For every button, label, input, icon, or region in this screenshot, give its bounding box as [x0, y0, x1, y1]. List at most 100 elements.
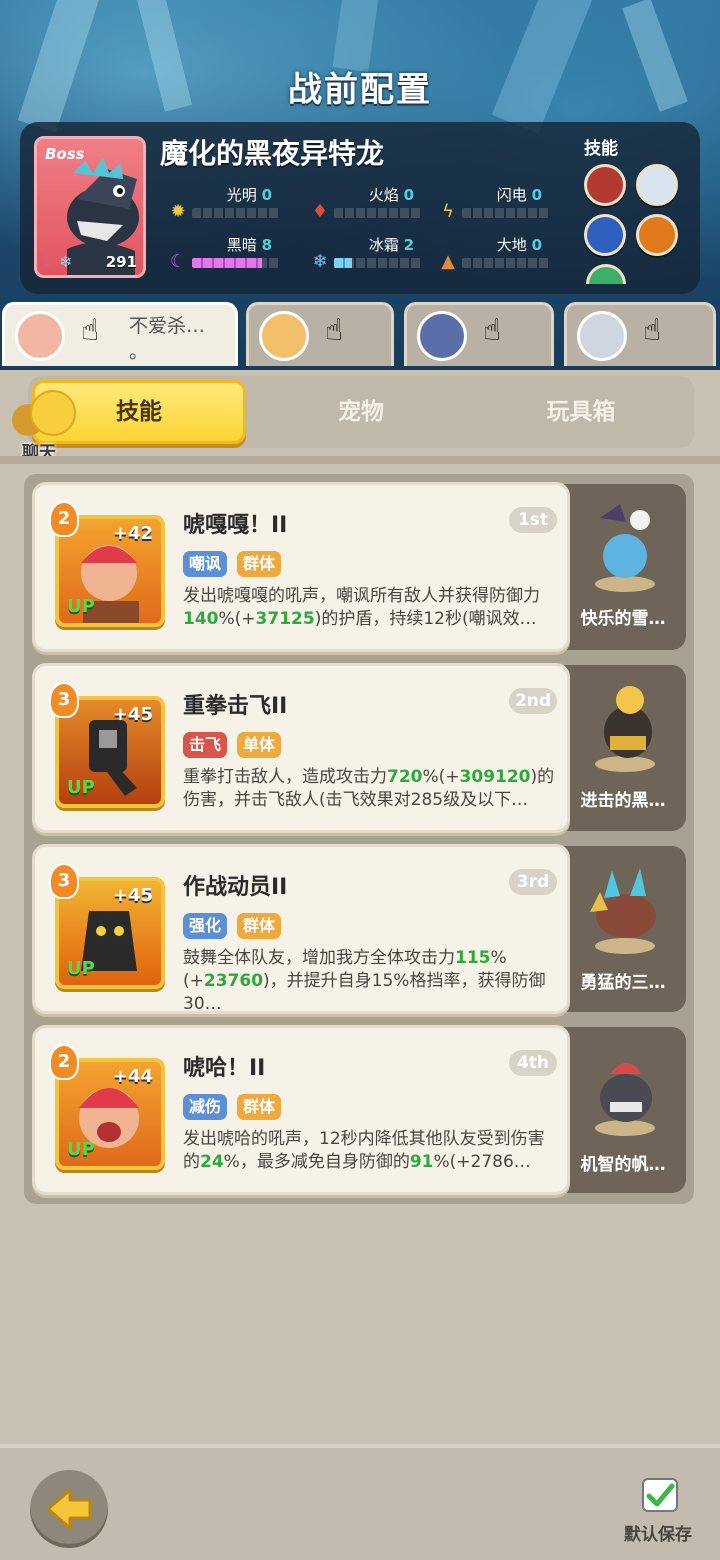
avatar	[417, 311, 467, 361]
boss-panel: Boss ☾ ❄ 291 魔化的黑夜异特龙 光明 0 ✹ 火焰 0 ♦ 闪电 0…	[20, 122, 700, 294]
skill-card-3[interactable]: +45 UP 3 作战动员II 3rd 强化 群体 鼓舞全体队友，增加我方全体攻…	[32, 844, 570, 1014]
skill-description: 发出唬嘎嘎的吼声，嘲讽所有敌人并获得防御力140%(+37125)的护盾，持续1…	[183, 586, 540, 629]
skill-level-badge: 2	[49, 1044, 79, 1080]
chat-icon	[30, 390, 76, 436]
tap-hand-icon: ☝	[81, 313, 100, 348]
skill-tag: 单体	[237, 732, 282, 758]
team-slot-4[interactable]: ☝	[564, 302, 716, 366]
element-dark-value: 8	[261, 236, 272, 254]
boss-name: 魔化的黑夜异特龙	[160, 137, 385, 170]
element-light-label: 光明	[226, 186, 257, 204]
tab-bar: 技能 宠物 玩具箱	[28, 376, 694, 448]
skill-level-badge: 2	[49, 501, 79, 537]
element-fire-value: 0	[403, 186, 414, 204]
element-earth: 大地 0 ▲	[438, 234, 568, 274]
skill-tag: 强化	[183, 913, 228, 939]
element-lightning-label: 闪电	[496, 186, 527, 204]
element-fire-label: 火焰	[368, 186, 399, 204]
skill-level-badge: 3	[49, 682, 79, 718]
skill-rank: 3rd	[509, 869, 557, 895]
skill-tag: 击飞	[183, 732, 228, 758]
element-frost-bar	[334, 258, 422, 268]
default-save-toggle[interactable]: 默认保存	[620, 1474, 700, 1545]
boss-skill-lightning-icon[interactable]	[584, 214, 626, 256]
skill-title: 作战动员II	[183, 875, 288, 900]
team-slot-1[interactable]: ☝ 不爱杀… 。	[2, 302, 238, 366]
avatar	[577, 311, 627, 361]
checkbox[interactable]	[642, 1478, 678, 1512]
element-lightning-value: 0	[531, 186, 542, 204]
element-earth-value: 0	[531, 236, 542, 254]
skill-plus: +42	[112, 523, 153, 544]
element-dark-label: 黑暗	[226, 236, 257, 254]
skill-title: 重拳击飞II	[183, 694, 288, 719]
pet-figure-3	[590, 868, 656, 954]
element-dark: 黑暗 8 ☾	[168, 234, 298, 274]
skill-rank: 2nd	[509, 688, 557, 714]
earth-icon: ▲	[441, 251, 455, 272]
element-frost-label: 冰霜	[368, 236, 399, 254]
skill-tag: 嘲讽	[183, 551, 228, 577]
avatar	[15, 311, 65, 361]
skill-up-badge: UP	[67, 596, 95, 617]
tap-hand-icon: ☝	[483, 313, 502, 348]
moon-icon: ☾	[169, 251, 187, 272]
tap-hand-icon: ☝	[325, 313, 344, 348]
skill-up-badge: UP	[67, 1139, 95, 1160]
fire-icon: ♦	[311, 201, 329, 222]
element-earth-bar	[462, 258, 550, 268]
team-slot-name-line2: 。	[129, 341, 149, 363]
pet-name-3: 勇猛的三…	[580, 973, 666, 993]
skill-up-badge: UP	[67, 958, 95, 979]
moon-icon: ☾	[41, 250, 58, 271]
tab-toybox[interactable]: 玩具箱	[474, 380, 688, 444]
element-frost: 冰霜 2 ❄	[310, 234, 440, 274]
boss-skill-bird-icon[interactable]	[636, 164, 678, 206]
boss-skills-label: 技能	[584, 139, 618, 159]
pet-name-2: 进击的黑…	[580, 791, 666, 811]
skill-title: 唬嘎嘎！II	[183, 513, 288, 538]
element-light-value: 0	[261, 186, 272, 204]
skill-description: 鼓舞全体队友，增加我方全体攻击力115%(+23760)，并提升自身15%格挡率…	[183, 948, 546, 1014]
skill-tag: 群体	[237, 551, 282, 577]
snowflake-icon: ❄	[59, 252, 73, 271]
pet-figure-4	[595, 1063, 655, 1136]
element-dark-bar	[192, 258, 280, 268]
element-frost-value: 2	[403, 236, 414, 254]
skill-plus: +45	[112, 885, 153, 906]
skill-plus: +44	[112, 1066, 153, 1087]
boss-level: 291	[105, 253, 137, 271]
skill-rank: 4th	[509, 1050, 557, 1076]
boss-tag: Boss	[45, 145, 85, 163]
element-light-bar	[192, 208, 280, 218]
pet-figure-2	[595, 686, 655, 772]
boss-skill-bite-icon[interactable]	[584, 164, 626, 206]
skill-plus: +45	[112, 704, 153, 725]
team-slot-3[interactable]: ☝	[404, 302, 554, 366]
skill-card-1[interactable]: +42 UP 2 唬嘎嘎！II 1st 嘲讽 群体 发出唬嘎嘎的吼声，嘲讽所有敌…	[32, 482, 570, 652]
skill-tag: 群体	[237, 913, 282, 939]
team-slot-2[interactable]: ☝	[246, 302, 394, 366]
back-button[interactable]	[30, 1470, 108, 1548]
check-icon	[646, 1483, 675, 1507]
skill-tag: 群体	[237, 1094, 282, 1120]
skill-card-2[interactable]: +45 UP 3 重拳击飞II 2nd 击飞 单体 重拳打击敌人，造成攻击力72…	[32, 663, 570, 833]
divider	[0, 456, 720, 464]
boss-skill-more-icon[interactable]	[586, 264, 626, 284]
chat-button[interactable]: 聊天	[8, 390, 78, 463]
tab-pets[interactable]: 宠物	[254, 380, 468, 444]
boss-skill-flame-icon[interactable]	[636, 214, 678, 256]
skill-level-badge: 3	[49, 863, 79, 899]
sun-icon: ✹	[170, 201, 186, 222]
element-earth-label: 大地	[496, 236, 527, 254]
skill-up-badge: UP	[67, 777, 95, 798]
skill-description: 发出唬哈的吼声，12秒内降低其他队友受到伤害的24%，最多减免自身防御的91%(…	[183, 1129, 545, 1172]
bottom-bar	[0, 1444, 720, 1560]
arrow-left-icon	[46, 1488, 92, 1530]
element-fire: 火焰 0 ♦	[310, 184, 440, 224]
skill-card-4[interactable]: +44 UP 2 唬哈！II 4th 减伤 群体 发出唬哈的吼声，12秒内降低其…	[32, 1025, 570, 1195]
boss-portrait[interactable]: Boss ☾ ❄ 291	[34, 136, 146, 278]
skill-title: 唬哈！II	[183, 1056, 266, 1081]
team-slot-name: 不爱杀…	[129, 315, 206, 337]
element-light: 光明 0 ✹	[168, 184, 298, 224]
